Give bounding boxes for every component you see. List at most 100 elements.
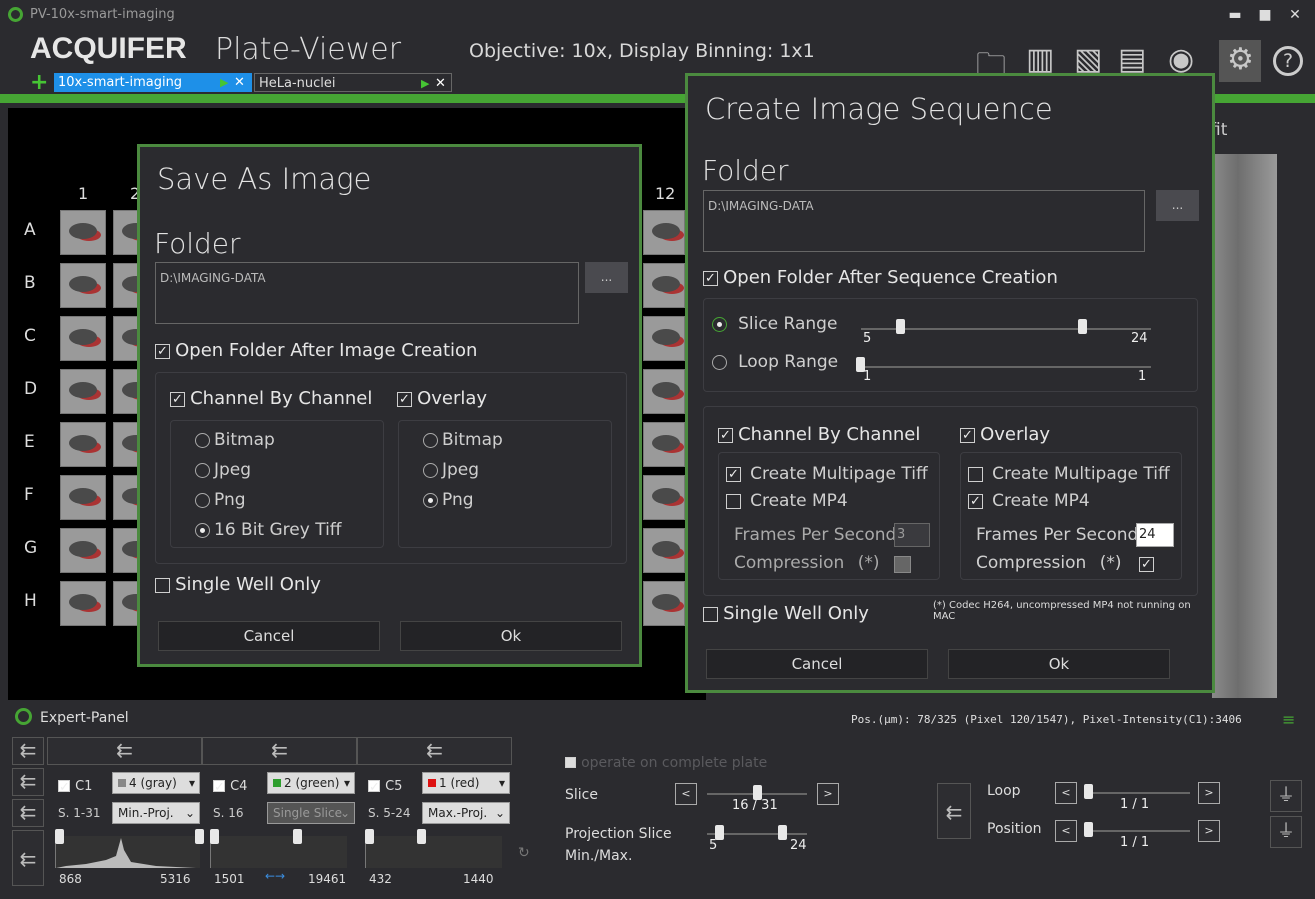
fps-spinner[interactable]: 24 [1136, 523, 1174, 547]
plate-well[interactable] [643, 581, 685, 626]
format-radio[interactable] [423, 493, 438, 508]
tab-hela-nuclei[interactable]: HeLa-nuclei ▶ ✕ [254, 73, 452, 92]
lut-select[interactable]: 1 (red) ▾ [422, 772, 510, 794]
slice-prev-button[interactable]: < [675, 783, 697, 805]
open-folder-option[interactable]: Open Folder After Image Creation [155, 340, 477, 361]
format-radio[interactable] [195, 493, 210, 508]
projection-select[interactable]: Max.-Proj. ⌄ [422, 802, 510, 824]
tab-10x-smart-imaging[interactable]: 10x-smart-imaging ▶ ✕ [54, 73, 252, 92]
plate-well[interactable] [643, 263, 685, 308]
gallery-icon[interactable]: ▧ [1074, 42, 1102, 77]
plate-well[interactable] [60, 475, 106, 520]
lut-select[interactable]: 4 (gray) ▾ [112, 772, 200, 794]
channel-enable-option[interactable]: C5 [368, 775, 402, 794]
multipage-tiff-checkbox[interactable] [726, 467, 741, 482]
single-well-checkbox[interactable] [703, 607, 718, 622]
link-arrows-icon[interactable]: ←→ [265, 869, 285, 883]
position-next-button[interactable]: > [1198, 820, 1220, 842]
mp4-checkbox[interactable] [968, 494, 983, 509]
loop-range-option[interactable]: Loop Range [712, 352, 838, 372]
single-well-option[interactable]: Single Well Only [703, 603, 869, 624]
hide-eye-icon[interactable]: ◉ [1168, 42, 1194, 77]
format-radio[interactable] [423, 463, 438, 478]
play-icon[interactable]: ▶ [220, 73, 228, 92]
loop-track[interactable] [1085, 792, 1190, 794]
format-option[interactable]: Jpeg [195, 460, 251, 480]
format-radio[interactable] [423, 433, 438, 448]
open-folder-option[interactable]: Open Folder After Sequence Creation [703, 267, 1058, 288]
cancel-button[interactable]: Cancel [706, 649, 928, 679]
slice-range-option[interactable]: Slice Range [712, 314, 837, 334]
overlay-checkbox[interactable] [960, 428, 975, 443]
play-icon[interactable]: ▶ [421, 74, 429, 93]
plate-well[interactable] [643, 422, 685, 467]
lut-select[interactable]: 2 (green) ▾ [267, 772, 355, 794]
histogram[interactable] [365, 836, 502, 868]
multipage-tiff-checkbox[interactable] [968, 467, 983, 482]
multipage-tiff-option[interactable]: Create Multipage Tiff [968, 464, 1170, 484]
loop-handle[interactable] [1084, 784, 1093, 799]
projection-max-handle[interactable] [778, 825, 787, 840]
browse-button[interactable]: ... [1156, 190, 1199, 221]
channel-by-channel-option[interactable]: Channel By Channel [170, 388, 372, 409]
channel-checkbox[interactable] [368, 779, 380, 792]
maximize-button[interactable]: ■ [1250, 4, 1280, 26]
channel-collapse-icon[interactable]: ⇇ [202, 737, 357, 765]
plate-well[interactable] [60, 210, 106, 255]
plate-well[interactable] [643, 475, 685, 520]
loop-collapse-icon[interactable]: ⇇ [937, 783, 971, 839]
mp4-option[interactable]: Create MP4 [726, 491, 848, 511]
filter-clock-icon[interactable]: ⏚ [1270, 816, 1302, 848]
channel-collapse-icon[interactable]: ⇇ [47, 737, 202, 765]
channel-by-channel-checkbox[interactable] [170, 392, 185, 407]
overlay-checkbox[interactable] [397, 392, 412, 407]
loop-prev-button[interactable]: < [1055, 782, 1077, 804]
slice-range-max-handle[interactable] [1078, 319, 1087, 334]
format-option[interactable]: Bitmap [423, 430, 503, 450]
plate-well[interactable] [60, 528, 106, 573]
overlay-option[interactable]: Overlay [397, 388, 487, 409]
library-icon[interactable]: ▥ [1026, 42, 1054, 77]
slice-range-radio[interactable] [712, 317, 727, 332]
ok-button[interactable]: Ok [948, 649, 1170, 679]
projection-select[interactable]: Min.-Proj. ⌄ [112, 802, 200, 824]
help-icon[interactable]: ? [1273, 46, 1303, 76]
format-radio[interactable] [195, 433, 210, 448]
fps-spinner[interactable]: 3 [894, 523, 930, 547]
channel-by-channel-checkbox[interactable] [718, 428, 733, 443]
format-option[interactable]: Png [195, 490, 246, 510]
projection-select[interactable]: Single Slice ⌄ [267, 802, 355, 824]
histogram-handle[interactable] [365, 829, 374, 844]
single-well-checkbox[interactable] [155, 578, 170, 593]
ok-button[interactable]: Ok [400, 621, 622, 651]
collapse-left-icon[interactable]: ⇇ [12, 737, 44, 765]
position-track[interactable] [1085, 830, 1190, 832]
format-option[interactable]: Bitmap [195, 430, 275, 450]
folder-path-field[interactable]: D:\IMAGING-DATA [703, 190, 1145, 252]
format-radio[interactable] [195, 463, 210, 478]
add-tab-icon[interactable]: + [30, 70, 48, 95]
slice-range-min-handle[interactable] [896, 319, 905, 334]
channel-checkbox[interactable] [58, 779, 70, 792]
multipage-tiff-option[interactable]: Create Multipage Tiff [726, 464, 928, 484]
position-handle[interactable] [1084, 822, 1093, 837]
minimize-button[interactable]: ▬ [1220, 4, 1250, 26]
cancel-button[interactable]: Cancel [158, 621, 380, 651]
plate-well[interactable] [60, 263, 106, 308]
close-button[interactable]: ✕ [1280, 4, 1310, 26]
slice-next-button[interactable]: > [817, 783, 839, 805]
settings-gear-icon[interactable]: ⚙ [1219, 40, 1261, 82]
overlay-option[interactable]: Overlay [960, 424, 1050, 445]
channel-checkbox[interactable] [213, 779, 225, 792]
plate-well[interactable] [60, 369, 106, 414]
loop-range-track[interactable] [861, 366, 1151, 368]
close-tab-icon[interactable]: ✕ [435, 74, 446, 93]
open-folder-checkbox[interactable] [155, 344, 170, 359]
mp4-option[interactable]: Create MP4 [968, 491, 1090, 511]
channel-by-channel-option[interactable]: Channel By Channel [718, 424, 920, 445]
plate-well[interactable] [643, 210, 685, 255]
operate-plate-checkbox[interactable] [565, 757, 576, 768]
channel-collapse-icon[interactable]: ⇇ [357, 737, 512, 765]
film-icon[interactable]: ▤ [1118, 42, 1146, 77]
folder-path-field[interactable]: D:\IMAGING-DATA [155, 262, 579, 324]
